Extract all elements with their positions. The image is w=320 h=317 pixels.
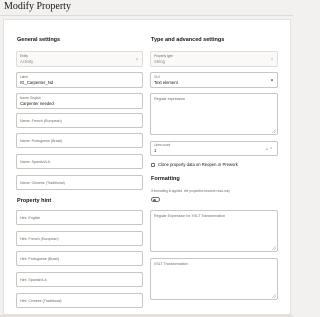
type-advanced-heading: Type and advanced settings <box>151 37 225 43</box>
name-english-value: Carpenter needed <box>20 101 54 106</box>
name-french-placeholder: Name: French (European) <box>20 118 62 123</box>
name-spanish-field[interactable]: Name: Spanish/LA <box>16 154 143 169</box>
name-spanish-placeholder: Name: Spanish/LA <box>20 159 50 164</box>
label-field[interactable]: Label IG_Carpenter_Nd <box>16 72 143 88</box>
entity-select: Entity Activity ▾ <box>16 51 143 67</box>
entity-value: Activity <box>20 59 34 64</box>
lines-count-stepper[interactable]: Lines count 1 × ⌃ <box>150 141 278 156</box>
toggle-knob <box>153 198 156 202</box>
name-portuguese-placeholder: Name: Portuguese (Brazil) <box>20 138 63 143</box>
name-english-field[interactable]: Name: English Carpenter needed <box>16 93 143 109</box>
name-portuguese-field[interactable]: Name: Portuguese (Brazil) <box>16 133 143 148</box>
resize-handle-icon[interactable] <box>272 294 276 298</box>
page-header: Modify Property <box>0 0 293 16</box>
name-french-field[interactable]: Name: French (European) <box>16 113 143 128</box>
hint-french-placeholder: Hint: French (European) <box>20 236 59 241</box>
hint-french-field[interactable]: Hint: French (European) <box>16 231 143 246</box>
lines-count-label: Lines count <box>154 143 171 147</box>
gui-select[interactable]: GUI Text element ▾ <box>150 72 278 88</box>
label-field-label: Label <box>20 75 28 79</box>
hint-english-placeholder: Hint: English <box>20 215 41 220</box>
hint-portuguese-field[interactable]: Hint: Portuguese (Brazil) <box>16 251 143 266</box>
regex-xslt-placeholder: Regular Expression for XSLT Transformati… <box>154 214 226 218</box>
label-field-value: IG_Carpenter_Nd <box>20 80 54 85</box>
hint-chinese-placeholder: Hint: Chinese (Traditional) <box>20 298 62 303</box>
name-chinese-placeholder: Name: Chinese (Traditional) <box>20 180 65 185</box>
resize-handle-icon[interactable] <box>272 246 276 250</box>
hint-spanish-field[interactable]: Hint: Spanish/LA <box>16 272 143 287</box>
clear-icon[interactable]: × <box>266 146 268 151</box>
regex-xslt-textarea[interactable]: Regular Expression for XSLT Transformati… <box>150 210 278 252</box>
chevron-down-icon: ▾ <box>270 56 273 62</box>
regex-placeholder: Regular expression <box>154 97 185 101</box>
hint-chinese-field[interactable]: Hint: Chinese (Traditional) <box>16 293 143 308</box>
clone-property-label: Clone property data on Reopen or Prework <box>158 162 238 167</box>
xslt-placeholder: XSLT Transformation <box>154 262 188 266</box>
property-type-value: String <box>154 59 165 64</box>
property-type-select: Property type String ▾ <box>150 51 278 67</box>
formatting-toggle[interactable] <box>151 197 160 202</box>
hint-english-field[interactable]: Hint: English <box>16 210 143 225</box>
gui-value: Text element <box>154 80 178 85</box>
entity-label: Entity <box>20 54 28 58</box>
gui-label: GUI <box>154 75 160 79</box>
page-title: Modify Property <box>4 1 71 12</box>
formatting-hint: If formatting is applied, the properties… <box>151 189 230 193</box>
hint-spanish-placeholder: Hint: Spanish/LA <box>20 277 47 282</box>
name-english-label: Name: English <box>20 96 41 100</box>
hint-portuguese-placeholder: Hint: Portuguese (Brazil) <box>20 256 60 261</box>
property-type-label: Property type <box>154 54 173 58</box>
chevron-down-icon: ▾ <box>135 56 138 62</box>
lines-count-value: 1 <box>154 148 157 153</box>
property-hint-heading: Property hint <box>17 198 52 204</box>
chevron-up-icon[interactable]: ⌃ <box>270 146 273 151</box>
clone-property-checkbox[interactable] <box>151 163 155 167</box>
resize-handle-icon[interactable] <box>272 129 276 133</box>
chevron-down-icon[interactable]: ▾ <box>271 78 273 83</box>
xslt-textarea[interactable]: XSLT Transformation <box>150 258 278 300</box>
formatting-heading: Formatting <box>151 176 180 182</box>
general-settings-heading: General settings <box>17 37 61 43</box>
name-chinese-field[interactable]: Name: Chinese (Traditional) <box>16 175 143 190</box>
regex-textarea[interactable]: Regular expression <box>150 93 278 135</box>
